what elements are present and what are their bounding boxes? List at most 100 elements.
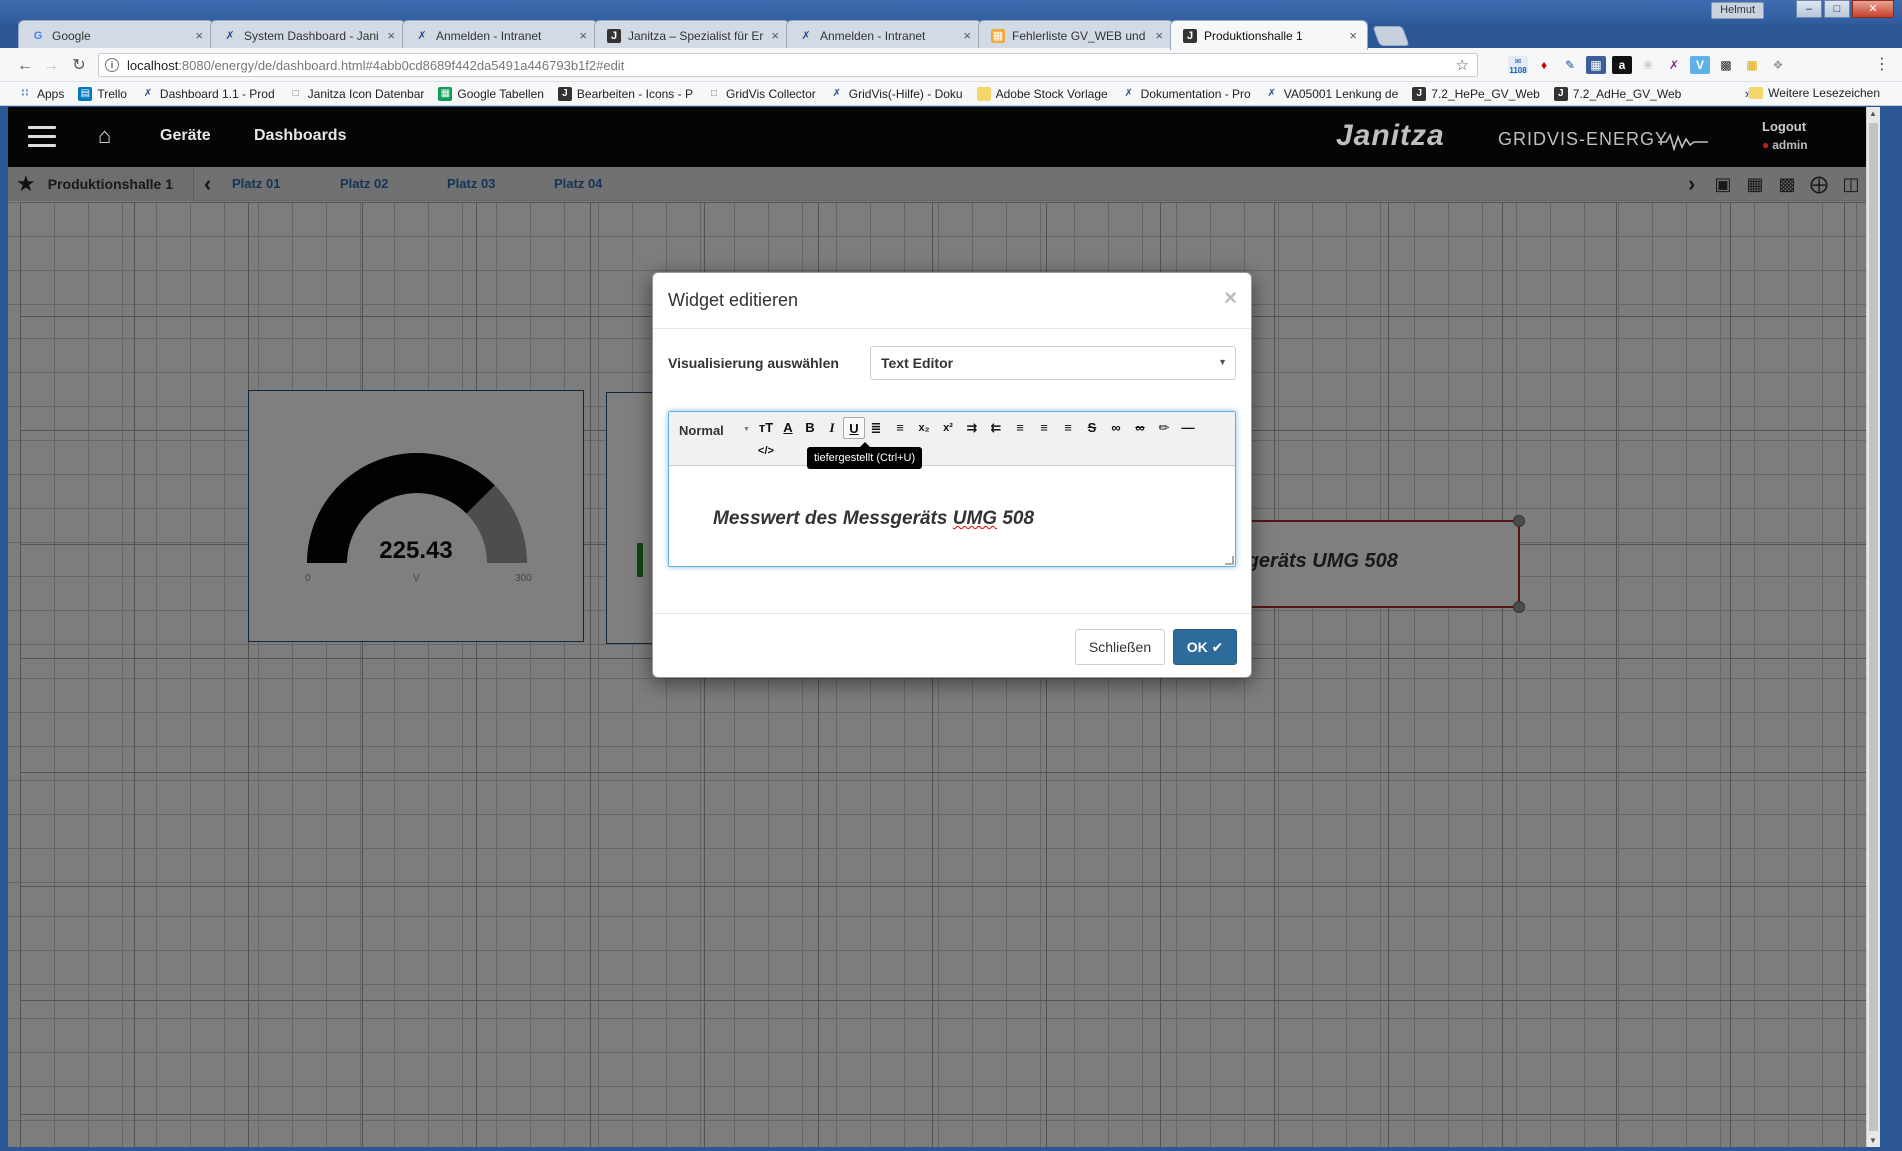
bookmark-va05001[interactable]: ✗ VA05001 Lenkung de: [1265, 87, 1399, 101]
browser-tab-janitza[interactable]: J Janitza – Spezialist für Er ×: [594, 20, 790, 50]
dialog-close-icon[interactable]: ×: [1224, 285, 1237, 311]
pen-extension-icon[interactable]: ✎: [1560, 56, 1580, 74]
italic-icon[interactable]: I: [821, 417, 843, 439]
bookmark-dashboard[interactable]: ✗ Dashboard 1.1 - Prod: [141, 87, 275, 101]
source-code-icon[interactable]: </>: [755, 440, 777, 462]
close-button[interactable]: Schließen: [1075, 629, 1165, 665]
tab-close-icon[interactable]: ×: [1155, 28, 1163, 43]
browser-tab-google[interactable]: G Google ×: [18, 20, 214, 50]
scroll-down-icon[interactable]: ▼: [1869, 1136, 1877, 1145]
tab-close-icon[interactable]: ×: [387, 28, 395, 43]
janitza-j-icon: J: [557, 86, 572, 101]
strikethrough-icon[interactable]: S: [1081, 417, 1103, 439]
align-right-icon[interactable]: ≡: [1057, 417, 1079, 439]
browser-tab-system-dashboard[interactable]: ✗ System Dashboard - Jani ×: [210, 20, 406, 50]
bookmark-adobe-stock[interactable]: Adobe Stock Vorlage: [976, 86, 1108, 101]
browser-tab-fehlerliste[interactable]: ▦ Fehlerliste GV_WEB und ×: [978, 20, 1174, 50]
janitza-extension-icon[interactable]: ✗: [1664, 56, 1684, 74]
hamburger-menu-icon[interactable]: [28, 126, 56, 148]
ordered-list-icon[interactable]: ≣: [865, 417, 887, 439]
tab-close-icon[interactable]: ×: [579, 28, 587, 43]
paragraph-style-select[interactable]: Normal: [679, 423, 724, 438]
bookmark-trello[interactable]: ▤ Trello: [78, 86, 127, 101]
tab-close-icon[interactable]: ×: [195, 28, 203, 43]
home-icon[interactable]: ⌂: [98, 123, 111, 149]
bookmark-google-tabellen[interactable]: ▦ Google Tabellen: [438, 86, 544, 101]
bookmark-other-folder[interactable]: Weitere Lesezeichen: [1749, 86, 1880, 100]
widget-edit-dialog: Widget editieren × Visualisierung auswäh…: [652, 272, 1252, 678]
horizontal-rule-icon[interactable]: —: [1177, 417, 1199, 439]
editor-toolbar: Normal ▼ тT A B I U ≣ ≡ x₂ x² ⇉ ⇇ ≡ ≡ ≡ …: [669, 412, 1235, 469]
browser-tab-intranet-1[interactable]: ✗ Anmelden - Intranet ×: [402, 20, 598, 50]
tab-close-icon[interactable]: ×: [771, 28, 779, 43]
superscript-icon[interactable]: x²: [937, 417, 959, 439]
bold-icon[interactable]: B: [799, 417, 821, 439]
editor-resize-handle[interactable]: [1225, 556, 1234, 565]
align-center-icon[interactable]: ≡: [1033, 417, 1055, 439]
visualization-select[interactable]: Text Editor ▼: [870, 346, 1236, 380]
bookmark-hepe[interactable]: J 7.2_HePe_GV_Web: [1412, 86, 1540, 101]
sheet-icon: ▦: [991, 28, 1005, 43]
bookmark-label: Trello: [97, 86, 127, 101]
minimize-button[interactable]: –: [1796, 0, 1822, 18]
v-extension-icon[interactable]: V: [1690, 56, 1710, 74]
windows-extension-icon[interactable]: ▦: [1742, 56, 1762, 74]
window-user-badge[interactable]: Helmut: [1711, 2, 1764, 19]
chrome-menu-icon[interactable]: ⋮: [1874, 56, 1890, 74]
nav-devices[interactable]: Geräte: [160, 127, 211, 145]
editor-text: 508: [997, 508, 1035, 529]
reload-icon[interactable]: ↻: [68, 55, 90, 77]
bookmark-icon-datenbank[interactable]: □ Janitza Icon Datenbar: [289, 87, 425, 101]
unlink-icon[interactable]: ∞: [1129, 417, 1151, 439]
ok-button[interactable]: OK ✔: [1173, 629, 1237, 665]
scrollbar-thumb[interactable]: [1869, 123, 1878, 1131]
feather-extension-icon[interactable]: ❀: [1638, 56, 1658, 74]
janitza-x-icon: ✗: [1124, 88, 1133, 99]
qr-extension-icon[interactable]: ▩: [1716, 56, 1736, 74]
browser-tab-produktionshalle[interactable]: J Produktionshalle 1 ×: [1170, 20, 1368, 50]
align-left-icon[interactable]: ≡: [1009, 417, 1031, 439]
editor-content[interactable]: Messwert des Messgeräts UMG 508: [713, 508, 1034, 530]
bookmark-star-icon[interactable]: ☆: [1456, 56, 1469, 74]
janitza-x-icon: ✗: [801, 30, 811, 42]
font-color-icon[interactable]: A: [777, 417, 799, 439]
mail-extension-icon[interactable]: ✉ 1108: [1508, 56, 1528, 75]
new-tab-button[interactable]: [1372, 26, 1410, 46]
unordered-list-icon[interactable]: ≡: [889, 417, 911, 439]
forward-arrow-icon[interactable]: →: [40, 55, 62, 77]
indent-icon[interactable]: ⇉: [961, 417, 983, 439]
clear-format-icon[interactable]: ✏: [1153, 417, 1175, 439]
browser-tab-intranet-2[interactable]: ✗ Anmelden - Intranet ×: [786, 20, 982, 50]
info-icon[interactable]: i: [105, 58, 119, 72]
amazon-extension-icon[interactable]: a: [1612, 56, 1632, 74]
link-icon[interactable]: ∞: [1105, 417, 1127, 439]
rich-text-editor[interactable]: Normal ▼ тT A B I U ≣ ≡ x₂ x² ⇉ ⇇ ≡ ≡ ≡ …: [668, 411, 1236, 567]
bookmark-gridvis-hilfe[interactable]: ✗ GridVis(-Hilfe) - Doku: [830, 87, 963, 101]
nav-dashboards[interactable]: Dashboards: [254, 127, 346, 145]
user-account[interactable]: ● admin: [1762, 138, 1808, 152]
scroll-up-icon[interactable]: ▲: [1869, 109, 1877, 118]
outdent-icon[interactable]: ⇇: [985, 417, 1007, 439]
bookmark-bearbeiten-icons[interactable]: J Bearbeiten - Icons - P: [557, 86, 693, 101]
subscript-icon[interactable]: x₂: [913, 417, 935, 439]
logout-link[interactable]: Logout: [1762, 119, 1806, 134]
window-close-button[interactable]: ✕: [1852, 0, 1894, 18]
page-scrollbar[interactable]: ▲ ▼: [1866, 107, 1880, 1147]
puzzle-extension-icon[interactable]: ❖: [1768, 56, 1788, 74]
pdf-extension-icon[interactable]: ♦: [1534, 56, 1554, 74]
underline-icon[interactable]: U: [843, 417, 865, 439]
bookmark-adhe[interactable]: J 7.2_AdHe_GV_Web: [1553, 86, 1681, 101]
back-arrow-icon[interactable]: ←: [14, 55, 36, 77]
font-size-icon[interactable]: тT: [755, 417, 777, 439]
tab-label: Anmelden - Intranet: [436, 28, 542, 43]
bookmark-dokumentation[interactable]: ✗ Dokumentation - Pro: [1122, 87, 1250, 101]
tab-close-icon[interactable]: ×: [1349, 28, 1357, 43]
address-bar[interactable]: i localhost:8080/energy/de/dashboard.htm…: [98, 53, 1478, 77]
tab-close-icon[interactable]: ×: [963, 28, 971, 43]
app-header: ⌂ Geräte Dashboards Janitza GRIDVIS-ENER…: [8, 107, 1880, 167]
editor-text: Messwert des Messgeräts: [713, 508, 953, 529]
bookmark-gridvis-collector[interactable]: □ GridVis Collector: [707, 87, 816, 101]
calendar-extension-icon[interactable]: ▦: [1586, 56, 1606, 74]
bookmark-apps[interactable]: ∷ Apps: [18, 87, 65, 101]
maximize-button[interactable]: □: [1824, 0, 1850, 18]
